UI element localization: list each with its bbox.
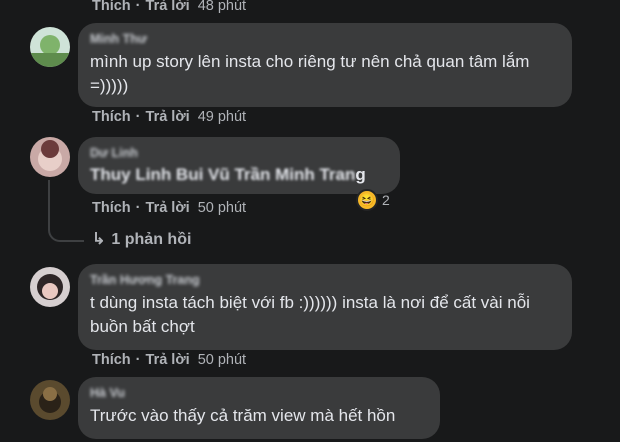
tagged-names[interactable]: Thuy Linh Bui Vũ Trần Minh Tran — [90, 165, 355, 184]
comment-time[interactable]: 50 phút — [198, 352, 246, 368]
comment-actions: Thích · Trả lời 48 phút — [92, 0, 246, 14]
separator: · — [135, 109, 141, 125]
reaction-count: 2 — [382, 192, 390, 208]
commenter-name[interactable]: Hà Vu — [90, 385, 428, 401]
comment-time[interactable]: 48 phút — [198, 0, 246, 14]
comment-text: Thuy Linh Bui Vũ Trần Minh Trang — [90, 163, 388, 187]
comment-time[interactable]: 49 phút — [198, 109, 246, 125]
separator: · — [135, 352, 141, 368]
comment-actions: Thích · Trả lời 49 phút — [92, 109, 246, 125]
reply-arrow-icon: ↳ — [92, 231, 106, 248]
commenter-name[interactable]: Dư Linh — [90, 145, 388, 161]
comment-text: t dùng insta tách biệt với fb :)))))) in… — [90, 293, 530, 336]
avatar[interactable] — [30, 267, 70, 307]
comment-bubble: Dư Linh Thuy Linh Bui Vũ Trần Minh Trang — [78, 137, 400, 194]
reply-button[interactable]: Trả lời — [146, 109, 190, 125]
comment-actions: Thích · Trả lời 50 phút — [92, 200, 246, 216]
comment-text: Trước vào thấy cả trăm view mà hết hồn — [90, 406, 396, 425]
comment-actions: Thích · Trả lời 50 phút — [92, 352, 246, 368]
like-button[interactable]: Thích — [92, 0, 131, 14]
haha-reaction-icon: 😆 — [356, 189, 378, 211]
avatar[interactable] — [30, 380, 70, 420]
commenter-name[interactable]: Minh Thư — [90, 31, 560, 47]
like-button[interactable]: Thích — [92, 352, 131, 368]
comment-bubble: Hà Vu Trước vào thấy cả trăm view mà hết… — [78, 377, 440, 439]
avatar[interactable] — [30, 27, 70, 67]
commenter-name[interactable]: Trần Hương Trang — [90, 272, 560, 288]
reaction-summary[interactable]: 😆 2 — [356, 189, 390, 211]
replies-count-label: 1 phản hồi — [111, 231, 192, 248]
reply-thread-line — [48, 180, 84, 242]
comment-bubble: Trần Hương Trang t dùng insta tách biệt … — [78, 264, 572, 350]
like-button[interactable]: Thích — [92, 200, 131, 216]
reply-button[interactable]: Trả lời — [146, 200, 190, 216]
comment-time[interactable]: 50 phút — [198, 200, 246, 216]
comment-bubble: Minh Thư mình up story lên insta cho riê… — [78, 23, 572, 107]
separator: · — [135, 0, 141, 14]
comment-text-tail: g — [355, 165, 366, 184]
like-button[interactable]: Thích — [92, 109, 131, 125]
separator: · — [135, 200, 141, 216]
avatar[interactable] — [30, 137, 70, 177]
reply-button[interactable]: Trả lời — [146, 352, 190, 368]
view-replies-link[interactable]: ↳ 1 phản hồi — [92, 229, 191, 249]
reply-button[interactable]: Trả lời — [146, 0, 190, 14]
comment-text: mình up story lên insta cho riêng tư nên… — [90, 52, 530, 95]
